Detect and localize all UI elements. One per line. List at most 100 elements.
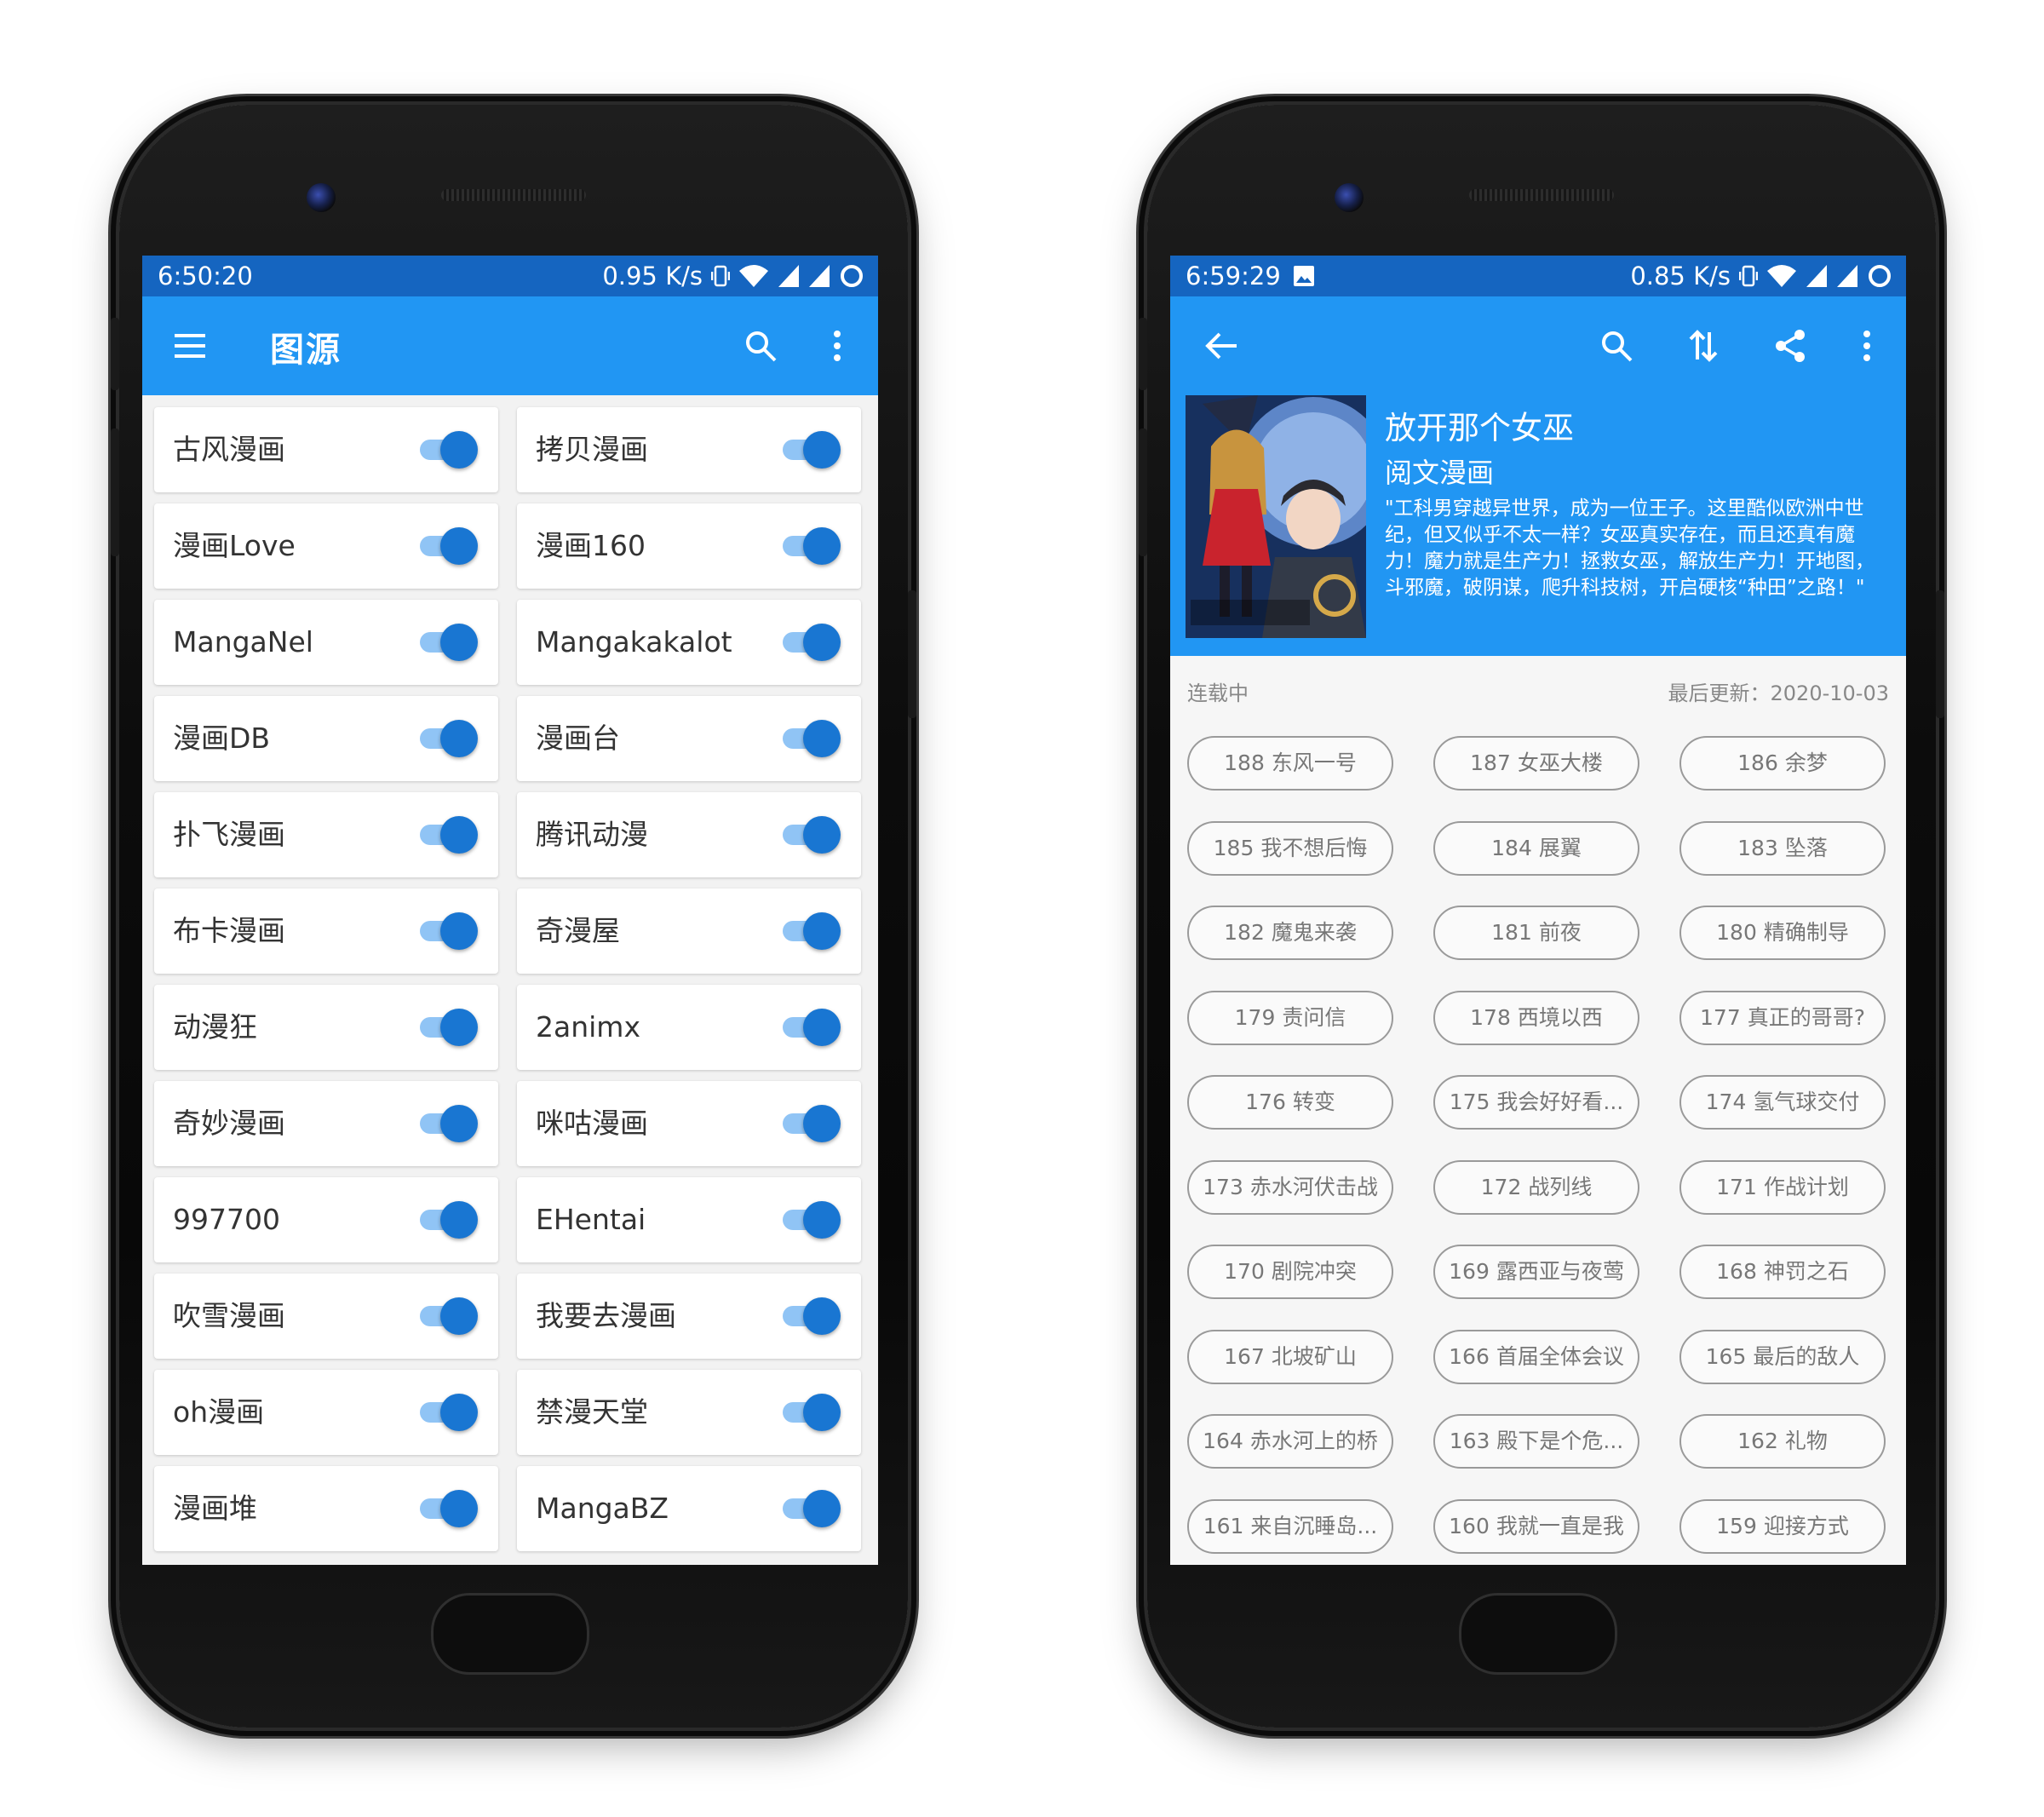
chapter-button[interactable]: 181 前夜: [1433, 906, 1639, 960]
chapter-button[interactable]: 173 赤水河伏击战: [1187, 1159, 1393, 1215]
chapter-button[interactable]: 167 北坡矿山: [1187, 1329, 1393, 1384]
comic-author[interactable]: 阅文漫画: [1385, 451, 1494, 491]
more-options-button[interactable]: [1840, 319, 1894, 373]
source-enable-switch[interactable]: [420, 1009, 478, 1046]
switch-thumb: [440, 1009, 478, 1046]
source-card[interactable]: 古风漫画: [154, 407, 498, 492]
source-name: oh漫画: [173, 1395, 265, 1429]
source-card[interactable]: 吹雪漫画: [154, 1274, 498, 1359]
source-enable-switch[interactable]: [420, 431, 478, 469]
switch-thumb: [440, 1490, 478, 1527]
chapter-button[interactable]: 162 礼物: [1679, 1414, 1886, 1469]
more-options-button[interactable]: [810, 319, 864, 373]
source-enable-switch[interactable]: [420, 624, 478, 661]
chapter-button[interactable]: 182 魔鬼来袭: [1187, 906, 1393, 960]
chapter-button[interactable]: 179 责问信: [1187, 990, 1393, 1045]
source-card[interactable]: 拷贝漫画: [517, 407, 861, 492]
source-card[interactable]: 997700: [154, 1177, 498, 1262]
source-card[interactable]: MangaNel: [154, 600, 498, 685]
source-card[interactable]: 禁漫天堂: [517, 1370, 861, 1455]
chapter-button[interactable]: 166 首届全体会议: [1433, 1329, 1639, 1384]
chapter-button[interactable]: 186 余梦: [1679, 736, 1886, 791]
source-card[interactable]: 奇妙漫画: [154, 1081, 498, 1166]
chapter-button[interactable]: 176 转变: [1187, 1075, 1393, 1130]
chapter-button[interactable]: 165 最后的敌人: [1679, 1329, 1886, 1384]
source-card[interactable]: Mangakakalot: [517, 600, 861, 685]
source-card[interactable]: 扑飞漫画: [154, 792, 498, 877]
source-enable-switch[interactable]: [783, 720, 841, 757]
chapter-button[interactable]: 159 迎接方式: [1679, 1498, 1886, 1554]
source-enable-switch[interactable]: [783, 1490, 841, 1527]
source-enable-switch[interactable]: [420, 816, 478, 854]
source-enable-switch[interactable]: [783, 1009, 841, 1046]
chapter-button[interactable]: 183 坠落: [1679, 820, 1886, 876]
source-card[interactable]: 漫画堆: [154, 1466, 498, 1551]
source-card[interactable]: 漫画160: [517, 503, 861, 589]
source-enable-switch[interactable]: [783, 527, 841, 565]
search-button[interactable]: [733, 319, 788, 373]
chapter-button[interactable]: 172 战列线: [1433, 1159, 1639, 1215]
source-card[interactable]: 奇漫屋: [517, 888, 861, 974]
source-card[interactable]: 漫画DB: [154, 696, 498, 781]
sort-button[interactable]: [1676, 319, 1731, 373]
source-enable-switch[interactable]: [420, 527, 478, 565]
source-card[interactable]: 我要去漫画: [517, 1274, 861, 1359]
source-enable-switch[interactable]: [420, 912, 478, 950]
chapter-button[interactable]: 169 露西亚与夜莺: [1433, 1245, 1639, 1299]
chapter-button[interactable]: 160 我就一直是我: [1433, 1498, 1639, 1554]
source-name: 997700: [173, 1203, 280, 1236]
chapter-button[interactable]: 171 作战计划: [1679, 1159, 1886, 1215]
source-enable-switch[interactable]: [783, 816, 841, 854]
chapter-button[interactable]: 188 东风一号: [1187, 736, 1393, 791]
chapter-button[interactable]: 161 来自沉睡岛...: [1187, 1498, 1393, 1554]
switch-thumb: [803, 816, 841, 854]
source-card[interactable]: 漫画Love: [154, 503, 498, 589]
chapter-button[interactable]: 163 殿下是个危...: [1433, 1414, 1639, 1469]
source-enable-switch[interactable]: [783, 1297, 841, 1335]
source-enable-switch[interactable]: [420, 1297, 478, 1335]
source-enable-switch[interactable]: [783, 624, 841, 661]
source-card[interactable]: EHentai: [517, 1177, 861, 1262]
chapter-button[interactable]: 184 展翼: [1433, 820, 1639, 876]
search-button[interactable]: [1589, 319, 1644, 373]
chapter-button[interactable]: 185 我不想后悔: [1187, 820, 1393, 876]
chapter-button[interactable]: 187 女巫大楼: [1433, 736, 1639, 791]
source-card[interactable]: 动漫狂: [154, 985, 498, 1070]
source-enable-switch[interactable]: [783, 1394, 841, 1431]
source-enable-switch[interactable]: [783, 431, 841, 469]
chapter-button[interactable]: 180 精确制导: [1679, 906, 1886, 960]
home-button[interactable]: [431, 1593, 589, 1675]
chapter-button[interactable]: 170 剧院冲突: [1187, 1245, 1393, 1299]
source-card[interactable]: 咪咕漫画: [517, 1081, 861, 1166]
comic-cover[interactable]: [1186, 395, 1366, 638]
source-card[interactable]: 腾讯动漫: [517, 792, 861, 877]
source-card[interactable]: 2animx: [517, 985, 861, 1070]
source-enable-switch[interactable]: [783, 1105, 841, 1142]
home-button[interactable]: [1459, 1593, 1617, 1675]
share-button[interactable]: [1763, 319, 1817, 373]
source-name: 动漫狂: [173, 1010, 257, 1044]
source-enable-switch[interactable]: [420, 1394, 478, 1431]
source-card[interactable]: 漫画台: [517, 696, 861, 781]
source-card[interactable]: MangaBZ: [517, 1466, 861, 1551]
source-name: 2animx: [536, 1010, 640, 1044]
app-bar: [1170, 296, 1906, 395]
source-name: 禁漫天堂: [536, 1395, 648, 1429]
chapter-button[interactable]: 168 神罚之石: [1679, 1245, 1886, 1299]
source-enable-switch[interactable]: [420, 1105, 478, 1142]
chapter-button[interactable]: 174 氢气球交付: [1679, 1075, 1886, 1130]
menu-button[interactable]: [163, 319, 217, 373]
chapter-button[interactable]: 177 真正的哥哥?: [1679, 990, 1886, 1045]
source-enable-switch[interactable]: [783, 912, 841, 950]
phone-slider-left: [111, 318, 119, 390]
chapter-button[interactable]: 178 西境以西: [1433, 990, 1639, 1045]
back-button[interactable]: [1194, 319, 1249, 373]
source-enable-switch[interactable]: [420, 720, 478, 757]
source-enable-switch[interactable]: [420, 1490, 478, 1527]
chapter-button[interactable]: 175 我会好好看...: [1433, 1075, 1639, 1130]
source-card[interactable]: 布卡漫画: [154, 888, 498, 974]
source-enable-switch[interactable]: [420, 1201, 478, 1239]
chapter-button[interactable]: 164 赤水河上的桥: [1187, 1414, 1393, 1469]
source-card[interactable]: oh漫画: [154, 1370, 498, 1455]
source-enable-switch[interactable]: [783, 1201, 841, 1239]
